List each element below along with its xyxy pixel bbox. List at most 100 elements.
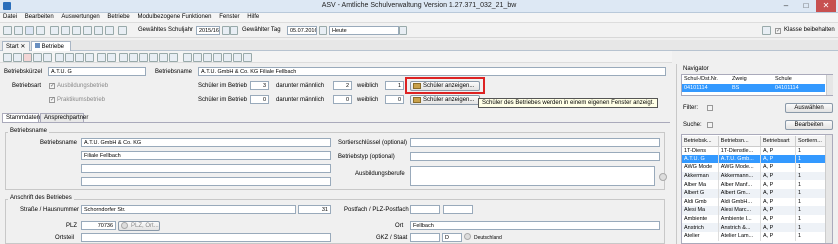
user-icon[interactable] [72, 26, 81, 35]
document-icon[interactable] [233, 53, 242, 62]
minimize-icon[interactable]: – [776, 0, 796, 12]
betriebsname-line1[interactable]: A.T.U. GmbH & Co. KG [81, 138, 331, 147]
tab-start[interactable]: Start ✕ [2, 41, 30, 51]
star-icon[interactable] [169, 53, 178, 62]
delete-icon[interactable] [23, 53, 32, 62]
plz-input[interactable]: 70736 [81, 221, 116, 230]
column-header[interactable]: Betriebsart [760, 136, 797, 147]
print-icon[interactable] [97, 53, 106, 62]
new-icon[interactable] [3, 53, 12, 62]
plz-ort-button[interactable]: PLZ, Ort... [118, 221, 160, 231]
users-icon[interactable] [139, 53, 148, 62]
list-icon[interactable] [119, 53, 128, 62]
menu-betriebe[interactable]: Betriebe [107, 14, 129, 20]
hausnummer-input[interactable]: 31 [298, 205, 331, 214]
table-row[interactable]: Atelier Atelier Lam... A, P1 [682, 231, 828, 241]
menu-fenster[interactable]: Fenster [219, 14, 239, 20]
refresh-icon[interactable] [25, 26, 34, 35]
lookup-icon[interactable] [464, 233, 471, 240]
suche-checkbox[interactable] [707, 122, 713, 128]
print-icon[interactable] [50, 26, 59, 35]
menu-datei[interactable]: Datei [3, 14, 17, 20]
chevron-down-icon[interactable] [222, 26, 230, 35]
link-icon[interactable] [203, 53, 212, 62]
klasse-beibehalten-checkbox[interactable] [775, 27, 781, 34]
table-row[interactable]: Albert G Albert Gm... A, P1 [682, 188, 828, 198]
table-row[interactable]: Ambiente Ambiente I... A, P1 [682, 214, 828, 224]
info-icon[interactable] [159, 53, 168, 62]
staat-input[interactable]: D [442, 233, 462, 242]
schueler-anzeigen-button-1[interactable]: Schüler anzeigen... [410, 81, 480, 91]
ausbildungsberufe-field[interactable] [410, 166, 655, 186]
tab-betriebe[interactable]: Betriebe ✕ [31, 41, 71, 57]
grid-icon[interactable] [94, 26, 103, 35]
save-icon[interactable] [13, 53, 22, 62]
eye-icon[interactable] [183, 53, 192, 62]
maximize-icon[interactable]: □ [796, 0, 816, 12]
mail-icon[interactable] [193, 53, 202, 62]
table-row[interactable]: A.T.U. G A.T.U. Gmb... A, P1 [682, 154, 828, 164]
tools-icon[interactable] [243, 53, 252, 62]
menu-hilfe[interactable]: Hilfe [247, 14, 259, 20]
betriebsname-line4[interactable] [81, 177, 331, 186]
betriebsname-line2[interactable]: Filiale Fellbach [81, 151, 331, 160]
table-row[interactable]: Alber Ma Alber Manf... A, P1 [682, 180, 828, 189]
gkz-input[interactable] [410, 233, 440, 242]
chart-icon[interactable] [223, 53, 232, 62]
table-row[interactable]: 1T-Diens 1T-Dienstle... A, P1 [682, 146, 828, 155]
table-row[interactable]: Anstrich Anstrich &... A, P1 [682, 223, 828, 232]
postfach-input[interactable] [410, 205, 440, 214]
sortierschluessel-input[interactable] [410, 138, 660, 147]
table-row[interactable]: Aldi Gmb Aldi GmbH... A, P1 [682, 197, 828, 207]
calendar-icon[interactable] [319, 26, 327, 35]
list-icon[interactable] [83, 26, 92, 35]
schuljahr-select[interactable]: 2015/16 [196, 26, 220, 35]
close-icon[interactable]: ✕ [20, 44, 25, 50]
help-icon[interactable] [118, 26, 127, 35]
copy-icon[interactable] [36, 26, 45, 35]
betriebsname-header-input[interactable]: A.T.U. GmbH & Co. KG Filiale Fellbach [198, 67, 666, 76]
lock-icon[interactable] [762, 26, 771, 35]
bearbeiten-button[interactable]: Bearbeiten [785, 120, 833, 130]
filter-checkbox[interactable] [707, 105, 713, 111]
strasse-input[interactable]: Schorndorfer Str. [81, 205, 296, 214]
calendar-icon[interactable] [213, 53, 222, 62]
plz-postfach-input[interactable] [443, 205, 473, 214]
close-icon[interactable]: ✕ [816, 0, 836, 12]
schueler-anzeigen-button-2[interactable]: Schüler anzeigen... [410, 95, 480, 105]
menu-auswertungen[interactable]: Auswertungen [61, 14, 99, 20]
first-icon[interactable] [55, 53, 64, 62]
table-row[interactable]: AWG Mode AWG Mode... A, P1 [682, 163, 828, 172]
settings-icon[interactable] [105, 26, 114, 35]
tab-ansprechpartner[interactable]: Ansprechpartner [40, 113, 88, 122]
previous-icon[interactable] [65, 53, 74, 62]
ortsteil-input[interactable] [81, 233, 331, 242]
school-row-selected[interactable]: 04101114 BS 04101114 [682, 84, 825, 92]
ort-input[interactable]: Fellbach [410, 221, 660, 230]
last-icon[interactable] [85, 53, 94, 62]
calendar-icon[interactable] [230, 26, 238, 35]
praktikumsbetrieb-checkbox[interactable] [49, 96, 55, 103]
filter-icon[interactable] [129, 53, 138, 62]
search-icon[interactable] [61, 26, 70, 35]
next-icon[interactable] [75, 53, 84, 62]
export-icon[interactable] [107, 53, 116, 62]
ausbildungsbetrieb-checkbox[interactable] [49, 82, 55, 89]
school-scrollbar[interactable] [826, 75, 833, 95]
clipboard-icon[interactable] [149, 53, 158, 62]
betriebe-scrollbar[interactable] [825, 135, 832, 243]
table-row[interactable]: Akkerman Akkermann... A, P1 [682, 171, 828, 181]
menu-modulbezogene-funktionen[interactable]: Modulbezogene Funktionen [137, 14, 211, 20]
betriebsname-line3[interactable] [81, 164, 331, 173]
home-icon[interactable] [3, 26, 12, 35]
save-icon[interactable] [14, 26, 23, 35]
column-header[interactable]: Betriebsn... [718, 136, 761, 147]
menu-bearbeiten[interactable]: Bearbeiten [25, 14, 54, 20]
copy-icon[interactable] [43, 53, 52, 62]
column-header[interactable]: Sortiern... [795, 136, 828, 147]
heute-select[interactable]: Heute [329, 26, 399, 35]
column-header[interactable]: Betriebsk... [682, 136, 719, 147]
auswaehlen-button[interactable]: Auswählen [785, 103, 833, 113]
table-row[interactable]: Alesi Ma Alesi Marc... A, P1 [682, 206, 828, 215]
kuerzel-input[interactable]: A.T.U. G [48, 67, 146, 76]
